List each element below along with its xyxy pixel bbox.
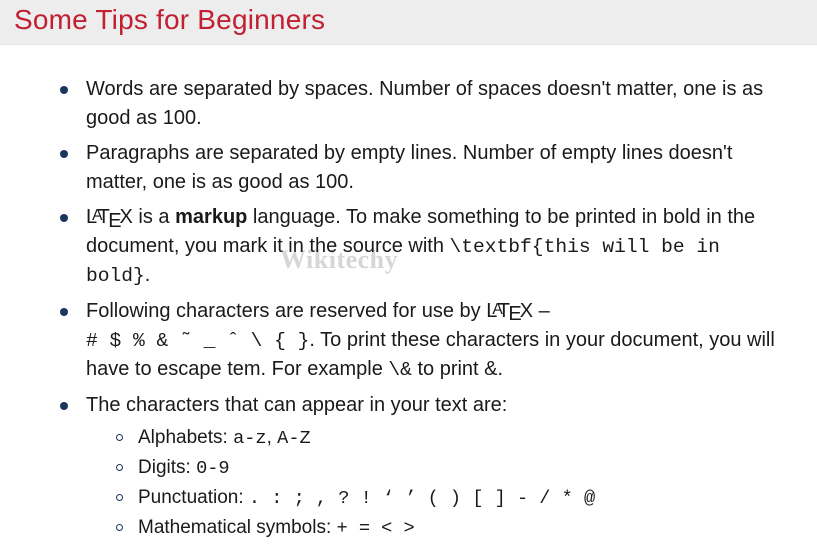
title-band: Some Tips for Beginners (0, 0, 817, 45)
code-text: A-Z (277, 427, 311, 449)
item-text: to print &. (412, 358, 503, 380)
list-item: Paragraphs are separated by empty lines.… (60, 139, 777, 197)
slide-title: Some Tips for Beginners (14, 4, 803, 36)
sub-list: Alphabets: a-z, A-Z Digits: 0-9 Punctuat… (86, 424, 777, 542)
item-text: is a (133, 206, 175, 228)
bullet-list: Words are separated by spaces. Number of… (60, 75, 777, 542)
code-text: # $ % & ˜ _ ˆ \ { } (86, 330, 309, 352)
sub-label: Alphabets: (138, 427, 233, 448)
item-text: Following characters are reserved for us… (86, 300, 486, 322)
list-item: Punctuation: . : ; , ? ! ‘ ’ ( ) [ ] - /… (116, 484, 777, 512)
list-item: The characters that can appear in your t… (60, 391, 777, 542)
latex-logo: LATEX (486, 300, 533, 322)
bold-word: markup (175, 206, 247, 228)
item-text: Words are separated by spaces. Number of… (86, 78, 763, 129)
latex-logo: LATEX (86, 206, 133, 228)
slide-body: Words are separated by spaces. Number of… (0, 45, 817, 558)
list-item: Mathematical symbols: + = < > (116, 514, 777, 542)
list-item: Following characters are reserved for us… (60, 297, 777, 385)
sub-label: Punctuation: (138, 487, 249, 508)
list-item: Alphabets: a-z, A-Z (116, 424, 777, 452)
sub-label: Mathematical symbols: (138, 517, 337, 538)
item-text: Paragraphs are separated by empty lines.… (86, 142, 732, 193)
item-text: – (533, 300, 550, 322)
item-text: The characters that can appear in your t… (86, 394, 507, 416)
code-text: + = < > (337, 517, 415, 539)
code-text: 0-9 (196, 457, 230, 479)
list-item: Digits: 0-9 (116, 454, 777, 482)
sub-label: Digits: (138, 457, 196, 478)
item-text: , (267, 427, 278, 448)
slide: Some Tips for Beginners Wikitechy Words … (0, 0, 817, 558)
list-item: LATEX is a markup language. To make some… (60, 203, 777, 291)
item-text: . (145, 264, 151, 286)
code-text: \& (388, 359, 412, 381)
list-item: Words are separated by spaces. Number of… (60, 75, 777, 133)
code-text: . : ; , ? ! ‘ ’ ( ) [ ] - / * @ (249, 487, 595, 509)
code-text: a-z (233, 427, 267, 449)
